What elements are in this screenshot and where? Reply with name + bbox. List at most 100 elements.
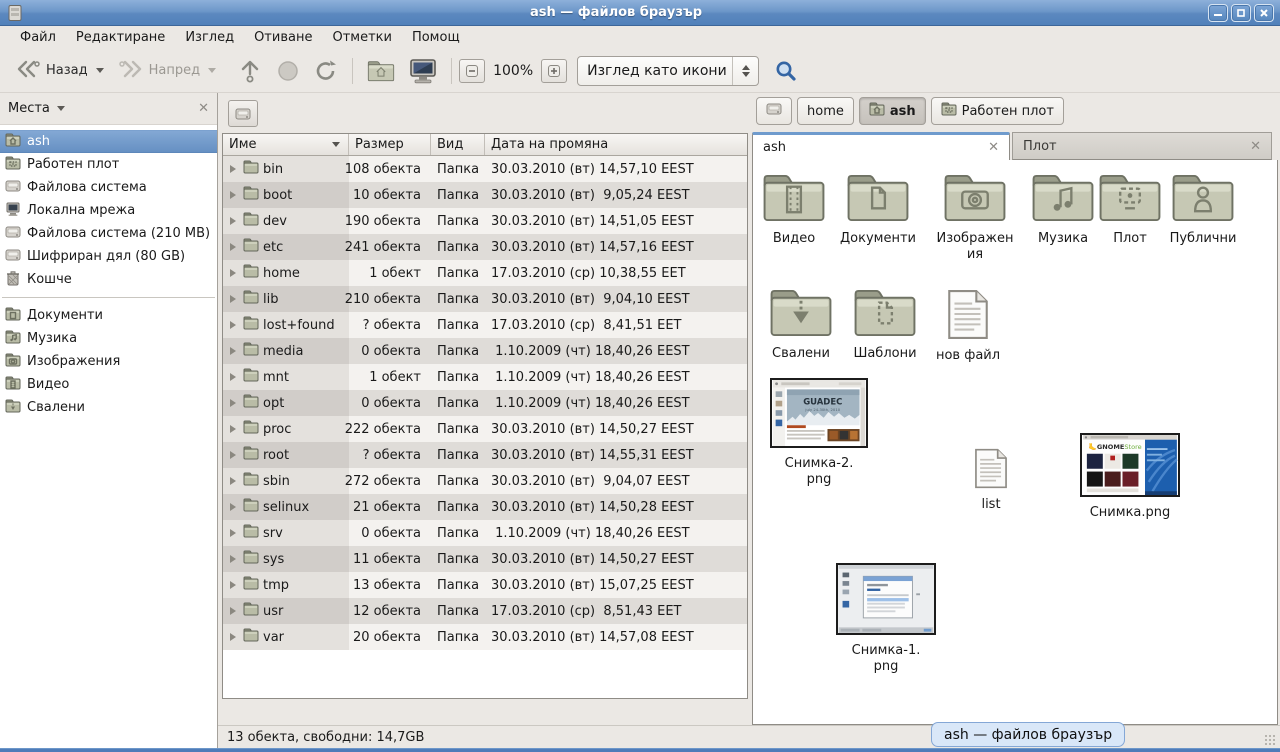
expander-icon[interactable]: [230, 191, 236, 199]
view-mode-spinner[interactable]: [732, 57, 758, 85]
sidebar-item-Музика[interactable]: Музика: [0, 327, 217, 350]
back-history-caret[interactable]: [96, 68, 104, 73]
file-Снимка-2.png[interactable]: GUADEC july 24-30th, 2010 Снимка-2. png: [767, 378, 871, 488]
sidebar-mode-dropdown[interactable]: Места: [8, 101, 65, 116]
up-button[interactable]: [231, 55, 269, 87]
tab-close-icon[interactable]: ✕: [988, 140, 999, 155]
computer-button[interactable]: [402, 55, 444, 87]
table-row[interactable]: proc 222 обекта Папка 30.03.2010 (вт) 14…: [223, 416, 747, 442]
expander-icon[interactable]: [230, 165, 236, 173]
breadcrumb-ash[interactable]: ash: [859, 97, 926, 125]
breadcrumb-root[interactable]: [756, 97, 792, 125]
sidebar-item-ash[interactable]: ash: [0, 130, 217, 153]
expander-icon[interactable]: [230, 477, 236, 485]
zoom-level[interactable]: 100%: [485, 63, 541, 79]
file-Документи[interactable]: Документи: [832, 172, 924, 247]
menu-5[interactable]: Помощ: [402, 28, 470, 47]
file-Свалени[interactable]: Свалени: [755, 287, 847, 362]
tab-Плот[interactable]: Плот ✕: [1012, 132, 1272, 160]
menu-3[interactable]: Отиване: [244, 28, 322, 47]
menu-0[interactable]: Файл: [10, 28, 66, 47]
sidebar-item-Файлова система (210 MB)[interactable]: Файлова система (210 MB): [0, 222, 217, 245]
expander-icon[interactable]: [230, 607, 236, 615]
file-Снимка-1.png[interactable]: Снимка-1. png: [834, 563, 938, 675]
minimize-button[interactable]: [1208, 4, 1228, 22]
file-Шаблони[interactable]: Шаблони: [839, 287, 931, 362]
column-header-2[interactable]: Вид: [431, 134, 485, 155]
file-Видео[interactable]: Видео: [752, 172, 840, 247]
menu-4[interactable]: Отметки: [322, 28, 401, 47]
file-list[interactable]: list: [945, 448, 1037, 513]
table-row[interactable]: lib 210 обекта Папка 30.03.2010 (вт) 9,0…: [223, 286, 747, 312]
close-button[interactable]: [1254, 4, 1274, 22]
expander-icon[interactable]: [230, 399, 236, 407]
sidebar-item-Изображения[interactable]: Изображения: [0, 350, 217, 373]
expander-icon[interactable]: [230, 269, 236, 277]
breadcrumb-home[interactable]: home: [797, 97, 854, 125]
expander-icon[interactable]: [230, 373, 236, 381]
forward-button[interactable]: Напред: [111, 55, 223, 87]
file-Публични[interactable]: Публични: [1157, 172, 1249, 247]
icon-view[interactable]: Видео Документи Изображен ия Музика Плот…: [752, 160, 1278, 725]
table-row[interactable]: dev 190 обекта Папка 30.03.2010 (вт) 14,…: [223, 208, 747, 234]
table-row[interactable]: var 20 обекта Папка 30.03.2010 (вт) 14,5…: [223, 624, 747, 650]
expander-icon[interactable]: [230, 425, 236, 433]
sidebar-item-Свалени[interactable]: Свалени: [0, 396, 217, 419]
sidebar-item-Работен плот[interactable]: Работен плот: [0, 153, 217, 176]
menu-1[interactable]: Редактиране: [66, 28, 175, 47]
home-button[interactable]: [360, 55, 402, 87]
sidebar-item-Документи[interactable]: Документи: [0, 304, 217, 327]
table-row[interactable]: usr 12 обекта Папка 17.03.2010 (ср) 8,51…: [223, 598, 747, 624]
expander-icon[interactable]: [230, 581, 236, 589]
expander-icon[interactable]: [230, 347, 236, 355]
tab-ash[interactable]: ash ✕: [752, 132, 1010, 160]
sidebar-item-Файлова система[interactable]: Файлова система: [0, 176, 217, 199]
file-Снимка.png[interactable]: 🦶GNOME Store Снимка.png: [1078, 433, 1182, 521]
sidebar-close-icon[interactable]: ✕: [198, 101, 209, 116]
file-нов файл[interactable]: нов файл: [922, 289, 1014, 364]
sidebar-item-Видео[interactable]: Видео: [0, 373, 217, 396]
table-row[interactable]: srv 0 обекта Папка 1.10.2009 (чт) 18,40,…: [223, 520, 747, 546]
maximize-button[interactable]: [1231, 4, 1251, 22]
expander-icon[interactable]: [230, 295, 236, 303]
table-row[interactable]: tmp 13 обекта Папка 30.03.2010 (вт) 15,0…: [223, 572, 747, 598]
table-row[interactable]: mnt 1 обект Папка 1.10.2009 (чт) 18,40,2…: [223, 364, 747, 390]
table-row[interactable]: selinux 21 обекта Папка 30.03.2010 (вт) …: [223, 494, 747, 520]
expander-icon[interactable]: [230, 529, 236, 537]
table-row[interactable]: lost+found ? обекта Папка 17.03.2010 (ср…: [223, 312, 747, 338]
back-button[interactable]: Назад: [8, 55, 111, 87]
column-header-3[interactable]: Дата на промяна: [485, 134, 747, 155]
table-row[interactable]: bin 108 обекта Папка 30.03.2010 (вт) 14,…: [223, 156, 747, 182]
zoom-out-button[interactable]: [459, 59, 485, 83]
filesystem-root-button[interactable]: [228, 100, 258, 127]
expander-icon[interactable]: [230, 217, 236, 225]
menu-2[interactable]: Изглед: [175, 28, 244, 47]
view-mode-dropdown[interactable]: Изглед като икони: [577, 56, 759, 86]
tab-close-icon[interactable]: ✕: [1250, 139, 1261, 154]
expander-icon[interactable]: [230, 243, 236, 251]
expander-icon[interactable]: [230, 503, 236, 511]
table-row[interactable]: home 1 обект Папка 17.03.2010 (ср) 10,38…: [223, 260, 747, 286]
column-header-0[interactable]: Име: [223, 134, 349, 155]
column-header-1[interactable]: Размер: [349, 134, 431, 155]
sidebar-item-Шифриран дял (80 GB)[interactable]: Шифриран дял (80 GB): [0, 245, 217, 268]
expander-icon[interactable]: [230, 451, 236, 459]
file-Изображения[interactable]: Изображен ия: [929, 172, 1021, 263]
table-row[interactable]: boot 10 обекта Папка 30.03.2010 (вт) 9,0…: [223, 182, 747, 208]
expander-icon[interactable]: [230, 555, 236, 563]
zoom-in-button[interactable]: [541, 59, 567, 83]
expander-icon[interactable]: [230, 633, 236, 641]
table-row[interactable]: sbin 272 обекта Папка 30.03.2010 (вт) 9,…: [223, 468, 747, 494]
resize-grip[interactable]: [1264, 734, 1276, 746]
table-row[interactable]: sys 11 обекта Папка 30.03.2010 (вт) 14,5…: [223, 546, 747, 572]
sidebar-item-Кошче[interactable]: Кошче: [0, 268, 217, 291]
expander-icon[interactable]: [230, 321, 236, 329]
table-row[interactable]: root ? обекта Папка 30.03.2010 (вт) 14,5…: [223, 442, 747, 468]
breadcrumb-Работен плот[interactable]: Работен плот: [931, 97, 1064, 125]
table-row[interactable]: opt 0 обекта Папка 1.10.2009 (чт) 18,40,…: [223, 390, 747, 416]
table-row[interactable]: media 0 обекта Папка 1.10.2009 (чт) 18,4…: [223, 338, 747, 364]
reload-button[interactable]: [307, 55, 345, 87]
sidebar-item-Локална мрежа[interactable]: Локална мрежа: [0, 199, 217, 222]
search-button[interactable]: [769, 55, 803, 87]
table-row[interactable]: etc 241 обекта Папка 30.03.2010 (вт) 14,…: [223, 234, 747, 260]
